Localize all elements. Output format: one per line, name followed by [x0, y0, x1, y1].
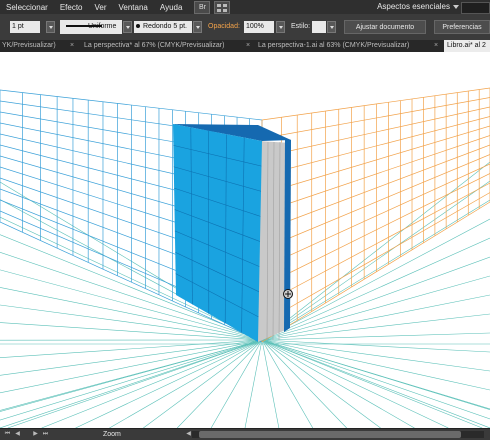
- opacity-label[interactable]: Opacidad:: [208, 21, 240, 33]
- ground-grid-line: [262, 238, 490, 340]
- ground-grid-line: [0, 340, 262, 428]
- tab-document-2[interactable]: La perspectiva* al 67% (CMYK/Previsualiz…: [84, 40, 244, 52]
- right-grid-horizontal: [262, 117, 490, 176]
- right-grid-horizontal: [262, 202, 490, 342]
- prev-artboard-icon[interactable]: ◀: [14, 431, 21, 438]
- ground-grid-line: [262, 340, 482, 428]
- ground-grid-line: [109, 340, 262, 428]
- ground-grid-line: [42, 340, 262, 428]
- close-icon[interactable]: ×: [246, 40, 250, 52]
- menu-ventana[interactable]: Ventana: [113, 3, 154, 12]
- book-spine: [284, 138, 291, 332]
- ground-grid-line: [262, 181, 490, 340]
- opacity-field[interactable]: 100%: [244, 21, 274, 33]
- perspective-widget-cursor: [284, 290, 293, 299]
- document-setup-button[interactable]: Ajustar documento: [344, 20, 426, 34]
- ground-grid-line: [143, 340, 262, 428]
- ground-grid-line: [262, 340, 490, 428]
- right-grid-horizontal: [262, 145, 490, 231]
- stroke-profile-label: Uniforme: [88, 21, 116, 33]
- perspective-scene: [0, 52, 490, 428]
- stroke-weight-dropdown[interactable]: [46, 21, 55, 33]
- ground-grid-line: [76, 340, 262, 428]
- left-grid-horizontal: [0, 90, 262, 120]
- menu-ayuda[interactable]: Ayuda: [154, 3, 189, 12]
- ground-grid-line: [262, 340, 414, 428]
- ground-grid-line: [262, 340, 448, 428]
- first-artboard-icon[interactable]: ⏮: [4, 431, 11, 438]
- right-grid-horizontal: [262, 126, 490, 194]
- zoom-status-label: Zoom: [103, 429, 121, 440]
- ground-grid-line: [8, 340, 262, 428]
- brush-label: Redondo 5 pt.: [143, 23, 187, 30]
- preferences-button[interactable]: Preferencias: [434, 20, 490, 34]
- ground-grid-line: [262, 276, 490, 340]
- next-artboard-icon[interactable]: ▶: [32, 431, 39, 438]
- bridge-button[interactable]: Br: [194, 1, 210, 14]
- control-bar: 1 pt Uniforme Redondo 5 pt. Opacidad: 10…: [0, 14, 490, 41]
- close-icon[interactable]: ×: [434, 40, 438, 52]
- right-grid-horizontal: [262, 164, 490, 268]
- arrange-documents-icon[interactable]: [214, 1, 230, 14]
- menu-seleccionar[interactable]: Seleccionar: [0, 3, 54, 12]
- ground-grid-line: [0, 340, 262, 375]
- scroll-left-icon[interactable]: ◀: [185, 431, 192, 438]
- workspace-switcher[interactable]: Aspectos esenciales: [377, 0, 450, 14]
- ground-grid-line: [262, 333, 490, 340]
- style-swatch[interactable]: [312, 21, 326, 33]
- ground-grid-line: [262, 314, 490, 340]
- close-icon[interactable]: ×: [70, 40, 74, 52]
- stroke-weight-field[interactable]: 1 pt: [10, 21, 40, 33]
- tab-document-active[interactable]: Libro.ai* al 2: [444, 40, 490, 52]
- horizontal-scrollbar-thumb[interactable]: [199, 431, 461, 438]
- stroke-profile-dropdown[interactable]: [123, 21, 132, 33]
- brush-select[interactable]: Redondo 5 pt.: [134, 21, 192, 33]
- ground-grid-line: [262, 219, 490, 340]
- ground-grid-line: [262, 295, 490, 340]
- brush-dropdown[interactable]: [193, 21, 202, 33]
- ground-grid-line: [245, 340, 262, 428]
- tab-document-3[interactable]: La perspectiva-1.ai al 63% (CMYK/Previsu…: [258, 40, 432, 52]
- ground-grid-line: [262, 340, 490, 371]
- opacity-dropdown[interactable]: [276, 21, 285, 33]
- ground-grid-line: [262, 340, 490, 390]
- ground-grid-line: [0, 340, 262, 410]
- last-artboard-icon[interactable]: ⏭: [42, 431, 49, 438]
- ground-grid-line: [0, 340, 262, 393]
- ground-grid-line: [262, 340, 279, 428]
- tab-document-1[interactable]: YK/Previsualizar): [0, 40, 70, 52]
- menu-efecto[interactable]: Efecto: [54, 3, 89, 12]
- right-grid-horizontal: [262, 155, 490, 250]
- stroke-profile-select[interactable]: Uniforme: [60, 20, 122, 34]
- right-grid-horizontal: [262, 193, 490, 324]
- search-input[interactable]: [461, 2, 490, 14]
- ground-grid-line: [0, 340, 262, 358]
- artboard-canvas[interactable]: [0, 52, 490, 428]
- right-plane-grid: [262, 88, 490, 342]
- style-dropdown[interactable]: [327, 21, 336, 33]
- status-bar: ⏮ ◀ ▶ ⏭ Zoom ◀: [0, 428, 490, 440]
- chevron-down-icon[interactable]: [453, 5, 459, 9]
- document-tab-bar: YK/Previsualizar) × La perspectiva* al 6…: [0, 40, 490, 52]
- menu-ver[interactable]: Ver: [89, 3, 113, 12]
- round-brush-icon: [136, 24, 140, 28]
- ground-grid-line: [0, 323, 262, 340]
- ground-grid-line: [262, 162, 490, 340]
- style-label: Estilo:: [291, 21, 310, 33]
- ground-grid-line: [262, 200, 490, 340]
